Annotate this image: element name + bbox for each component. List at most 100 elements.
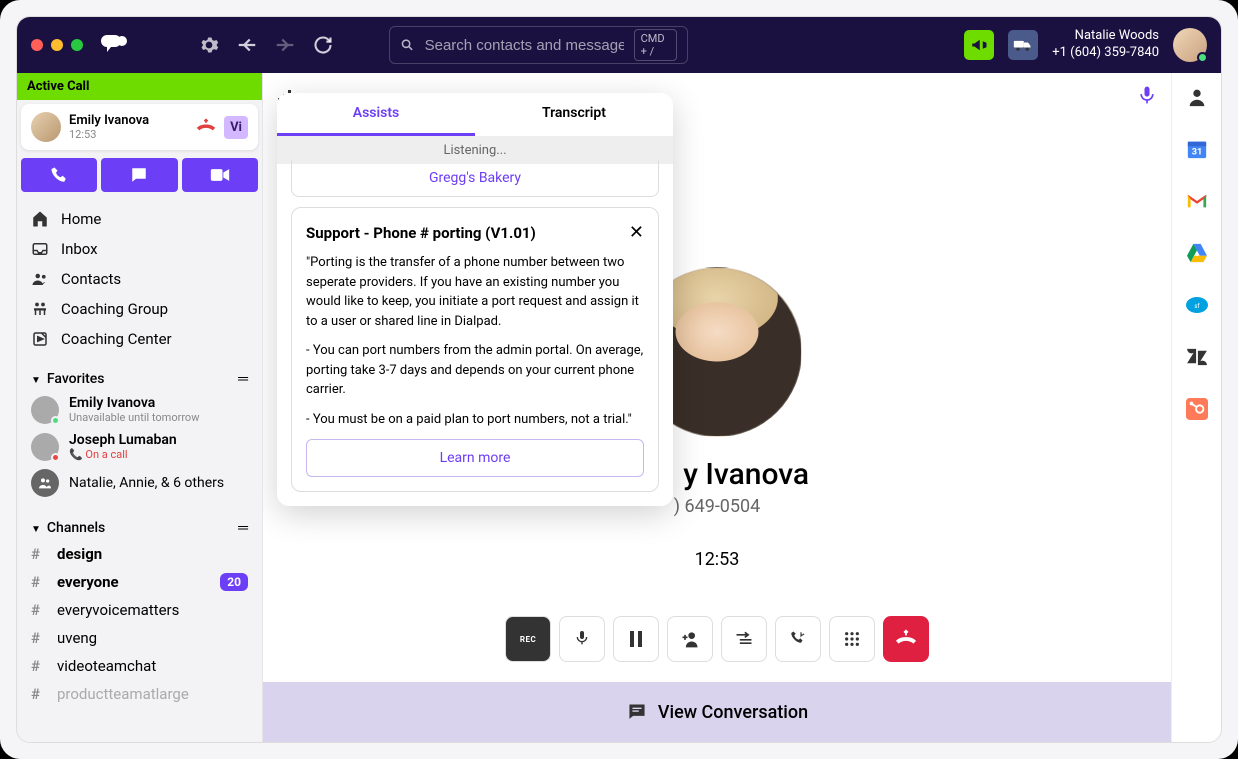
call-duration: 12:53 <box>695 549 740 570</box>
search-bar[interactable]: CMD + / <box>389 26 688 64</box>
channel-everyvoicematters[interactable]: #everyvoicematters <box>17 596 262 624</box>
hangup-button[interactable] <box>883 616 929 662</box>
coaching-group-icon <box>31 300 49 318</box>
search-icon <box>400 35 415 55</box>
call-controls: REC <box>505 616 929 662</box>
drag-handle-icon[interactable]: ═ <box>238 370 248 387</box>
forward-icon <box>273 34 297 56</box>
minimize-window[interactable] <box>51 39 63 51</box>
favorite-item[interactable]: Emily IvanovaUnavailable until tomorrow <box>17 391 262 428</box>
gmail-icon[interactable] <box>1185 189 1209 213</box>
phone-action[interactable] <box>21 158 97 192</box>
assist-card-title: Support - Phone # porting (V1.01) <box>306 224 536 242</box>
group-label: Natalie, Annie, & 6 others <box>69 475 224 491</box>
profile-icon[interactable] <box>1185 85 1209 109</box>
call-avatar <box>31 112 61 142</box>
nav-coaching-center[interactable]: Coaching Center <box>17 324 262 354</box>
tab-transcript[interactable]: Transcript <box>475 93 673 136</box>
nav-list: HomeInboxContactsCoaching GroupCoaching … <box>17 196 262 362</box>
hangup-icon[interactable] <box>196 117 216 137</box>
user-phone: +1 (604) 359-7840 <box>1052 45 1159 62</box>
transfer-button[interactable] <box>721 616 767 662</box>
active-call-badge: Active Call <box>17 73 262 100</box>
add-person-button[interactable] <box>667 616 713 662</box>
hash-icon: # <box>31 601 45 619</box>
sidebar: Active Call Emily Ivanova 12:53 Vi HomeI… <box>17 73 263 742</box>
hold-button[interactable] <box>613 616 659 662</box>
channel-productteamatlarge[interactable]: #productteamatlarge <box>17 680 262 708</box>
channel-videoteamchat[interactable]: #videoteamchat <box>17 652 262 680</box>
hash-icon: # <box>31 685 45 703</box>
search-shortcut: CMD + / <box>634 29 677 61</box>
hubspot-icon[interactable] <box>1185 397 1209 421</box>
channel-everyone[interactable]: #everyone20 <box>17 568 262 596</box>
window-controls <box>31 39 83 51</box>
avatar <box>31 433 59 461</box>
truck-button[interactable] <box>1008 30 1038 60</box>
user-avatar[interactable] <box>1173 28 1207 62</box>
assist-text-2: - You can port numbers from the admin po… <box>306 341 644 400</box>
app-logo <box>101 35 129 55</box>
channel-design[interactable]: #design <box>17 540 262 568</box>
presence-indicator <box>1197 52 1208 63</box>
favorites-header[interactable]: ▼Favorites ═ <box>17 362 262 391</box>
mic-icon[interactable] <box>1137 85 1157 105</box>
contacts-icon <box>31 270 49 288</box>
learn-more-button[interactable]: Learn more <box>306 439 644 477</box>
calendar-icon[interactable]: 31 <box>1185 137 1209 161</box>
call-action-row <box>17 154 262 196</box>
call-name: Emily Ivanova <box>69 113 188 128</box>
drive-icon[interactable] <box>1185 241 1209 265</box>
assist-card: Support - Phone # porting (V1.01) ✕ "Por… <box>291 207 659 492</box>
current-user[interactable]: Natalie Woods +1 (604) 359-7840 <box>1052 28 1159 62</box>
close-icon[interactable]: ✕ <box>629 222 644 243</box>
mute-button[interactable] <box>559 616 605 662</box>
hash-icon: # <box>31 545 45 563</box>
back-icon[interactable] <box>235 34 259 56</box>
right-rail: 31 sf <box>1171 73 1221 742</box>
tab-assists[interactable]: Assists <box>277 93 475 136</box>
assist-panel: Assists Transcript Listening... Gregg's … <box>277 93 673 506</box>
nav-home[interactable]: Home <box>17 204 262 234</box>
contact-phone: ) 649-0504 <box>674 496 761 517</box>
nav-inbox[interactable]: Inbox <box>17 234 262 264</box>
dialpad-button[interactable] <box>829 616 875 662</box>
home-icon <box>31 210 49 228</box>
call-options-button[interactable] <box>775 616 821 662</box>
message-action[interactable] <box>101 158 177 192</box>
view-conversation-button[interactable]: View Conversation <box>263 682 1171 742</box>
group-item[interactable]: Natalie, Annie, & 6 others <box>17 465 262 501</box>
call-time: 12:53 <box>69 128 188 141</box>
search-input[interactable] <box>425 37 624 54</box>
settings-icon[interactable] <box>197 35 221 55</box>
chat-icon <box>626 701 648 723</box>
avatar <box>31 396 59 424</box>
nav-contacts[interactable]: Contacts <box>17 264 262 294</box>
group-avatar-icon <box>31 469 59 497</box>
favorite-item[interactable]: Joseph Lumaban📞 On a call <box>17 428 262 465</box>
vi-badge[interactable]: Vi <box>224 116 248 139</box>
previous-assist-card[interactable]: Gregg's Bakery <box>291 160 659 197</box>
salesforce-icon[interactable]: sf <box>1185 293 1209 317</box>
main-area: Emily Ivanova ) 649-0504 12:53 REC View … <box>263 73 1171 742</box>
assist-text-3: - You must be on a paid plan to port num… <box>306 410 644 430</box>
coaching-center-icon <box>31 330 49 348</box>
zendesk-icon[interactable] <box>1185 345 1209 369</box>
nav-coaching-group[interactable]: Coaching Group <box>17 294 262 324</box>
svg-text:sf: sf <box>1194 303 1200 310</box>
user-name: Natalie Woods <box>1052 28 1159 45</box>
titlebar: CMD + / Natalie Woods +1 (604) 359-7840 <box>17 17 1221 73</box>
video-action[interactable] <box>182 158 258 192</box>
svg-text:31: 31 <box>1191 148 1202 158</box>
drag-handle-icon[interactable]: ═ <box>238 519 248 536</box>
channel-uveng[interactable]: #uveng <box>17 624 262 652</box>
refresh-icon[interactable] <box>311 35 335 55</box>
unread-badge: 20 <box>220 573 248 591</box>
assist-text-1: "Porting is the transfer of a phone numb… <box>306 253 644 331</box>
active-call-card[interactable]: Emily Ivanova 12:53 Vi <box>21 104 258 150</box>
record-button[interactable]: REC <box>505 616 551 662</box>
announce-button[interactable] <box>964 30 994 60</box>
maximize-window[interactable] <box>71 39 83 51</box>
close-window[interactable] <box>31 39 43 51</box>
channels-header[interactable]: ▼Channels ═ <box>17 511 262 540</box>
